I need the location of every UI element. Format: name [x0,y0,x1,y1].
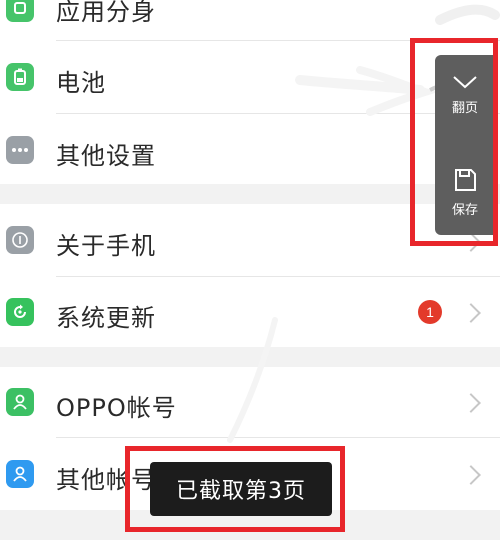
settings-item-oppo-account[interactable]: OPPO帐号 [0,367,500,437]
settings-item-system-update[interactable]: 系统更新 1 [0,277,500,347]
info-icon [6,226,34,254]
settings-item-battery[interactable]: 电池 [0,41,500,113]
toast-text: 已截取第3页 [176,479,306,504]
user-account-icon [6,460,34,488]
chevron-right-icon [461,393,481,413]
chevron-right-icon [461,303,481,323]
settings-item-label: 其他设置 [56,142,156,170]
battery-icon [6,63,34,91]
settings-item-about-phone[interactable]: 关于手机 [0,204,500,276]
settings-item-label: 电池 [56,69,106,97]
section-gap [0,184,500,204]
more-dots-icon [6,136,34,164]
settings-item-app-clone[interactable]: 应用分身 [0,0,500,38]
settings-item-label: 其他帐号 [56,466,156,494]
update-icon [6,298,34,326]
chevron-right-icon [461,465,481,485]
save-button[interactable]: 保存 [435,167,495,218]
page-turn-label: 翻页 [451,101,478,116]
save-icon [455,169,476,191]
settings-item-label: 系统更新 [56,304,156,332]
settings-item-label: OPPO帐号 [56,394,177,422]
settings-item-label: 应用分身 [56,0,156,26]
update-count-badge: 1 [418,300,442,324]
user-account-icon [6,388,34,416]
settings-item-label: 关于手机 [56,232,156,260]
chevron-down-icon [453,76,477,89]
chevron-right-icon [461,232,481,252]
app-clone-icon [6,0,34,22]
screenshot-toolbar: 翻页 保存 [435,55,495,235]
screenshot-toast: 已截取第3页 [150,462,332,516]
settings-item-other-settings[interactable]: 其他设置 [0,114,500,184]
page-turn-button[interactable]: 翻页 [435,73,495,116]
save-label: 保存 [451,203,478,218]
section-gap [0,347,500,367]
